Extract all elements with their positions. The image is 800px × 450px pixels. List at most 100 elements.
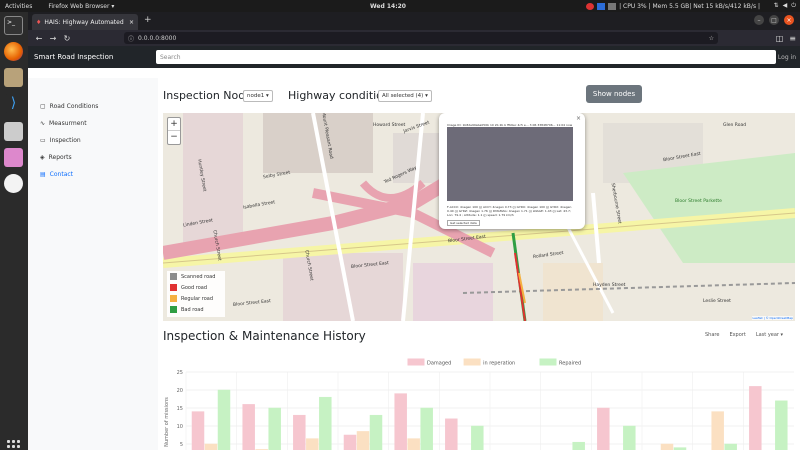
chart-bar <box>623 425 636 450</box>
legend-swatch <box>170 306 177 313</box>
sidebar-item-label: Contact <box>49 171 74 178</box>
webcam-icon[interactable] <box>4 148 23 167</box>
system-menu[interactable]: ⇅ ◀ ⏻ <box>774 2 796 10</box>
node-select[interactable]: node1 ▾ <box>243 90 273 102</box>
show-nodes-button[interactable]: Show nodes <box>586 85 642 103</box>
zoom-out-button[interactable]: − <box>168 131 180 144</box>
chart-bar <box>369 414 383 450</box>
back-button[interactable]: ← <box>32 34 46 43</box>
map-popup: × Image ID: 1b8de99aba050b 10 2b 2b b ff… <box>439 113 585 229</box>
clock[interactable]: Wed 14:20 <box>370 3 406 10</box>
chart-y-label: Number of missions <box>164 397 170 447</box>
reload-button[interactable]: ↻ <box>60 34 74 43</box>
legend-item: Scanned road <box>167 271 225 282</box>
toolbar-right: ◫ ≡ <box>776 34 796 43</box>
system-stats: | CPU 3% | Mem 5.5 GB| Net 15 kB/s/412 k… <box>619 2 760 10</box>
camera-icon[interactable] <box>4 122 23 141</box>
files-icon[interactable] <box>4 68 23 87</box>
range-select[interactable]: Last year ▾ <box>756 332 783 338</box>
popup-close-button[interactable]: × <box>576 115 581 122</box>
sidebar-item-road-conditions[interactable]: ▢ Road Conditions <box>40 103 98 110</box>
legend-label: Regular road <box>181 295 214 302</box>
url-bar[interactable]: ⓘ 0.0.0.0:8000 ☆ <box>124 32 718 44</box>
chart-legend-swatch <box>539 358 557 366</box>
highway-conditions-select[interactable]: All selected (4) ▾ <box>378 90 432 102</box>
chart-bar <box>191 411 205 450</box>
dropbox-tray-icon[interactable] <box>597 2 606 10</box>
search-input[interactable]: Search <box>156 50 776 64</box>
road-photo <box>447 127 573 201</box>
sidebar: ▢ Road Conditions ∿ Measurment ▭ Inspect… <box>28 78 158 450</box>
chart-bar <box>724 443 737 450</box>
history-chart: Damagedin reperationRepaired0510152025Nu… <box>164 358 794 450</box>
chart-y-tick: 20 <box>177 388 183 394</box>
map-attribution[interactable]: Leaflet | © OpenStreetMap <box>752 316 793 320</box>
chart-legend-label: Repaired <box>559 361 581 367</box>
chart-bar <box>445 418 458 450</box>
vscode-icon[interactable]: ⟩ <box>4 94 23 113</box>
map[interactable]: Bloor Street East Bloor Street East Bloo… <box>163 113 795 321</box>
volume-icon: ◀ <box>782 2 788 9</box>
chrome-tray-icon[interactable] <box>586 2 595 10</box>
share-button[interactable]: Share <box>705 332 719 338</box>
sidebar-item-label: Reports <box>48 154 72 161</box>
history-toolbar: Share Export Last year ▾ <box>705 332 783 338</box>
terminal-icon[interactable]: >_ <box>4 16 23 35</box>
browser-tab[interactable]: ♦ HAIS: Highway Automated × <box>32 14 138 30</box>
url-text[interactable]: 0.0.0.0:8000 <box>138 35 176 42</box>
popup-metadata: F-ACCX: 4negen 100 (j) ACCY: 4negen 0.73… <box>447 205 572 217</box>
legend-item: Bad road <box>167 304 225 315</box>
sidebar-item-label: Road Conditions <box>49 103 99 110</box>
activities-button[interactable]: Activities <box>5 3 32 10</box>
pen-tray-icon[interactable] <box>608 2 617 10</box>
chart-bar <box>306 438 319 450</box>
minimize-button[interactable]: – <box>754 15 764 25</box>
browser-nav-bar: ← → ↻ ⓘ 0.0.0.0:8000 ☆ ◫ ≡ <box>28 30 800 46</box>
new-tab-button[interactable]: + <box>144 15 152 25</box>
map-label: Glen Road <box>723 123 747 128</box>
dock: >_ ⟩ <box>0 12 28 450</box>
map-legend: Scanned road Good road Regular road Bad … <box>167 271 225 317</box>
firefox-icon[interactable] <box>4 42 23 61</box>
paint-icon[interactable] <box>4 174 23 193</box>
sidebar-item-contact[interactable]: ▤ Contact <box>40 171 73 178</box>
chart-bar <box>319 396 332 450</box>
chart-bar <box>420 407 433 450</box>
forward-button[interactable]: → <box>46 34 60 43</box>
popup-get-data-button[interactable]: Get selected data <box>447 220 480 226</box>
sidebar-item-inspection[interactable]: ▭ Inspection <box>40 137 81 144</box>
tab-favicon-icon: ♦ <box>36 18 42 26</box>
contact-icon: ▤ <box>40 171 46 178</box>
legend-item: Good road <box>167 282 225 293</box>
map-label: Hayden Street <box>593 283 626 288</box>
chart-bar <box>268 407 281 450</box>
chart-legend-swatch <box>407 358 425 366</box>
export-button[interactable]: Export <box>729 332 745 338</box>
sidebar-item-measurment[interactable]: ∿ Measurment <box>40 120 87 127</box>
show-apps-icon[interactable] <box>7 440 21 450</box>
close-window-button[interactable]: × <box>784 15 794 25</box>
chart-y-tick: 25 <box>177 370 183 376</box>
sidebar-item-reports[interactable]: ◈ Reports <box>40 154 72 161</box>
chart-bar <box>660 443 674 450</box>
system-tray: | CPU 3% | Mem 5.5 GB| Net 15 kB/s/412 k… <box>586 2 760 10</box>
chart-y-tick: 5 <box>180 442 183 448</box>
system-top-bar: Activities Firefox Web Browser ▾ Wed 14:… <box>0 0 800 12</box>
legend-label: Good road <box>181 284 207 291</box>
chart-bar <box>597 407 610 450</box>
maximize-button[interactable]: □ <box>769 15 779 25</box>
close-tab-icon[interactable]: × <box>129 19 134 26</box>
site-info-icon[interactable]: ⓘ <box>128 34 134 43</box>
app-menu[interactable]: Firefox Web Browser ▾ <box>48 3 114 10</box>
chart-bar <box>749 386 762 450</box>
pocket-icon[interactable]: ◫ <box>776 34 784 43</box>
bookmark-star-icon[interactable]: ☆ <box>709 35 714 42</box>
login-link[interactable]: Log in <box>778 54 796 61</box>
zoom-in-button[interactable]: + <box>168 118 180 131</box>
menu-icon[interactable]: ≡ <box>789 34 796 43</box>
browser-tab-bar: ♦ HAIS: Highway Automated × + – □ × <box>28 12 800 30</box>
activity-icon: ∿ <box>40 120 46 127</box>
chart-bar <box>217 389 231 450</box>
chart-y-tick: 10 <box>177 424 183 430</box>
site-brand[interactable]: Smart Road Inspection <box>34 53 113 61</box>
